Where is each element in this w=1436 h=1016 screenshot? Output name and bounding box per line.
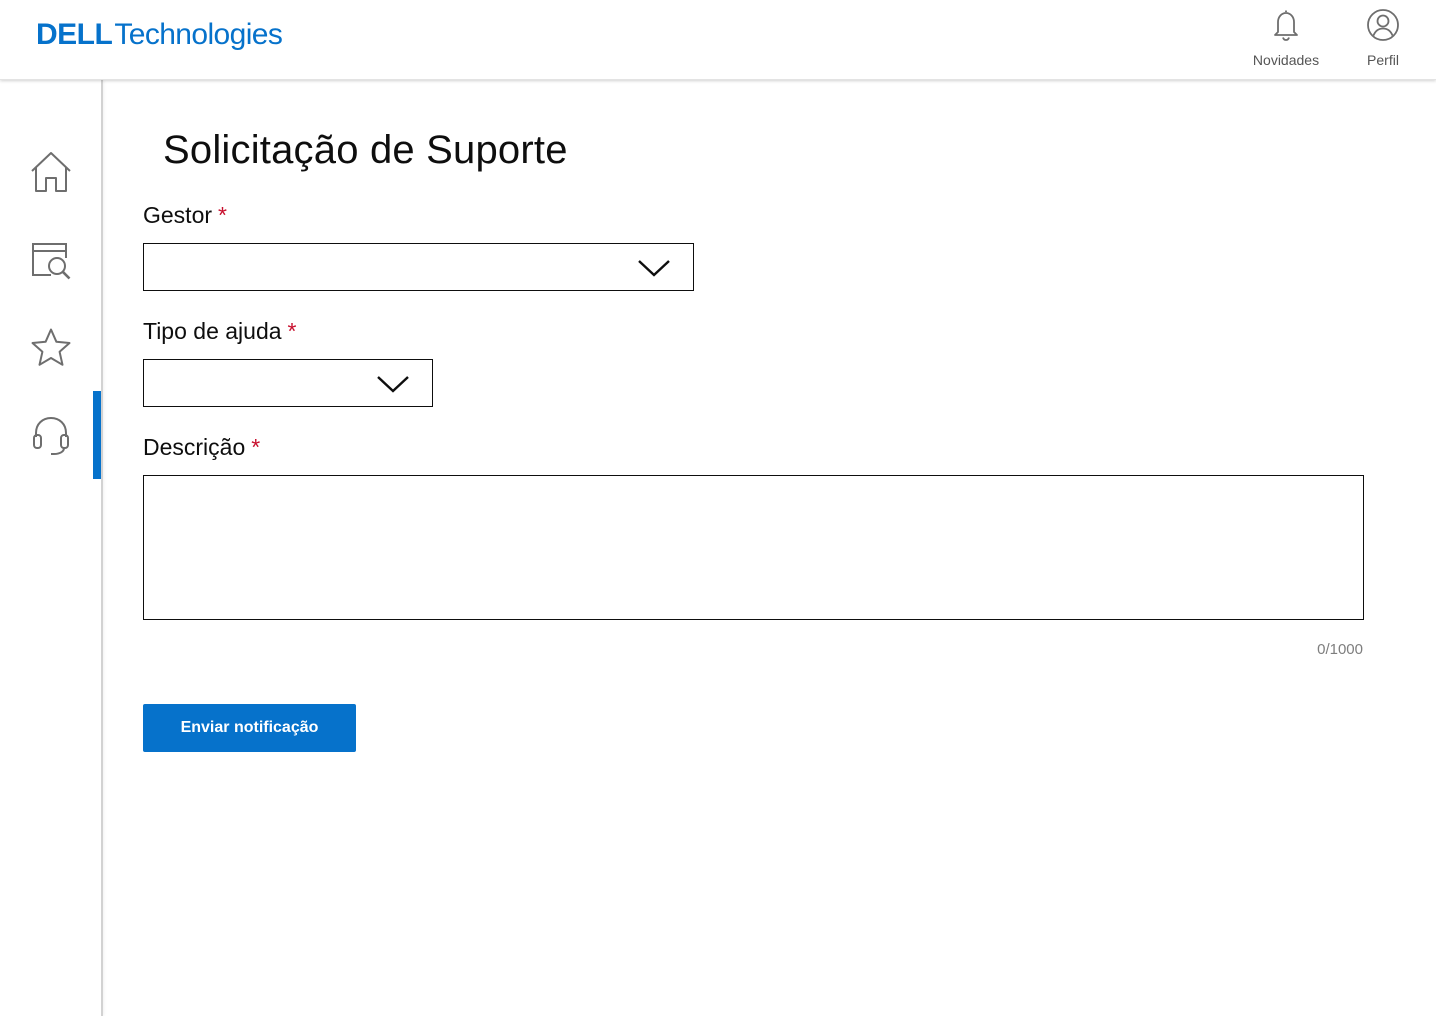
- required-marker: *: [251, 434, 261, 460]
- headset-icon: [32, 417, 69, 455]
- active-indicator: [93, 391, 101, 479]
- chevron-down-icon: [377, 376, 409, 393]
- gestor-label-text: Gestor: [143, 202, 213, 228]
- tipo-ajuda-select[interactable]: [143, 359, 433, 407]
- logo-brand: DELL: [36, 18, 113, 51]
- dell-technologies-logo[interactable]: DELL Technologies: [36, 18, 283, 58]
- star-icon: [31, 328, 70, 366]
- profile-button[interactable]: Perfil: [1343, 8, 1423, 72]
- required-marker: *: [287, 318, 297, 344]
- tipo-ajuda-label: Tipo de ajuda *: [143, 318, 296, 345]
- sidebar-item-support[interactable]: [0, 391, 101, 479]
- main-content: Solicitação de Suporte Gestor * Tipo de a…: [103, 80, 1436, 1016]
- page-search-icon: [31, 243, 70, 280]
- news-button[interactable]: Novidades: [1246, 8, 1326, 72]
- sidebar: [0, 80, 103, 1016]
- bell-icon: [1274, 10, 1298, 41]
- home-icon: [30, 152, 71, 192]
- send-notification-button[interactable]: Enviar notificação: [143, 704, 356, 752]
- required-marker: *: [218, 202, 227, 228]
- sidebar-item-search[interactable]: [0, 216, 101, 304]
- user-circle-icon: [1367, 9, 1399, 41]
- logo-suffix: Technologies: [114, 18, 283, 51]
- gestor-select[interactable]: [143, 243, 694, 291]
- sidebar-item-favorites[interactable]: [0, 304, 101, 392]
- sidebar-item-home[interactable]: [0, 128, 101, 216]
- top-bar: DELL Technologies Novidades Perfil: [0, 0, 1436, 80]
- gestor-label: Gestor *: [143, 202, 227, 229]
- descricao-label: Descrição *: [143, 434, 260, 461]
- profile-label: Perfil: [1367, 52, 1399, 68]
- page-title: Solicitação de Suporte: [163, 128, 568, 172]
- news-label: Novidades: [1252, 52, 1320, 68]
- descricao-label-text: Descrição: [143, 434, 246, 460]
- tipo-ajuda-label-text: Tipo de ajuda: [143, 318, 282, 344]
- chevron-down-icon: [638, 260, 670, 277]
- descricao-textarea[interactable]: [143, 475, 1364, 620]
- character-counter: 0/1000: [1317, 641, 1363, 658]
